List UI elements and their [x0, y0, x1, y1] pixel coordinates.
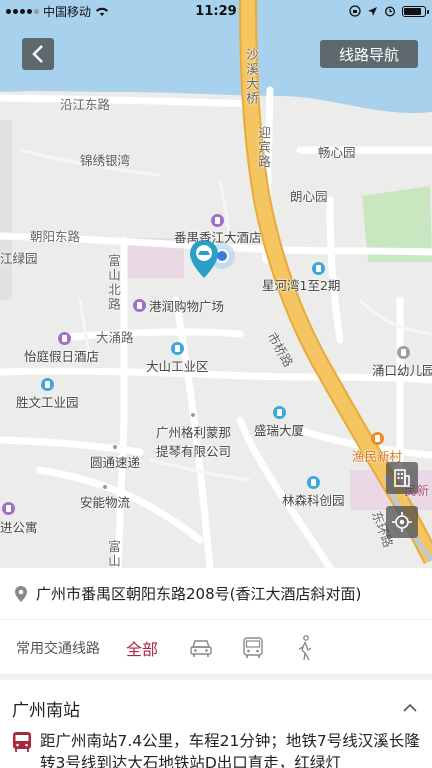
poi-label: 进公寓: [0, 520, 38, 535]
station-body: 距广州南站7.4公里，车程21分钟；地铁7号线汉溪长隆转3号线到达大石地铁站D出…: [0, 730, 432, 768]
poi-yiyi-hotel[interactable]: 怡庭假日酒店: [24, 332, 99, 365]
building-view-button[interactable]: [386, 462, 418, 494]
poi-gangrun[interactable]: 港润购物广场: [133, 296, 224, 315]
status-right: [349, 5, 429, 17]
chevron-left-icon: [32, 45, 43, 63]
poi-piano-company[interactable]: 广州格利蒙那 提琴有限公司: [156, 412, 231, 460]
locate-icon: [392, 512, 412, 532]
industrial-icon: [40, 378, 54, 391]
road-label: 沙溪大桥: [244, 48, 259, 106]
poi-label: 胜文工业园: [16, 395, 79, 410]
transport-label: 常用交通线路: [16, 641, 100, 657]
industrial-icon: [170, 342, 184, 355]
car-icon: [190, 640, 212, 657]
school-icon: [396, 346, 410, 359]
road-label: 沿江东路: [60, 97, 111, 112]
hotel-icon: [58, 332, 71, 345]
poi-dashan[interactable]: 大山工业区: [146, 342, 209, 375]
address-text: 广州市番禺区朝阳东路208号(香江大酒店斜对面): [36, 585, 362, 603]
poi-andeng[interactable]: 安能物流: [80, 484, 130, 511]
poi-label: 提琴有限公司: [156, 444, 232, 459]
restaurant-icon: [370, 432, 384, 445]
poi-label: 涌口幼儿园: [372, 363, 432, 378]
poi-label: 怡庭假日酒店: [24, 349, 100, 364]
map-pin-icon: [190, 240, 235, 278]
station-name: 广州南站: [12, 700, 80, 721]
poi-dot-icon: [112, 444, 118, 450]
place-label: 畅心园: [318, 145, 356, 160]
address-bar[interactable]: 广州市番禺区朝阳东路208号(香江大酒店斜对面): [0, 568, 432, 620]
hotel-icon: [2, 502, 15, 515]
poi-label: 圆通速递: [90, 455, 141, 470]
carrier-name: 中国移动: [43, 4, 92, 19]
status-bar: 中国移动 11:29: [0, 0, 432, 22]
location-pin-icon: [15, 585, 27, 602]
bus-icon: [13, 732, 31, 752]
road-label: 大涌路: [96, 330, 134, 345]
poi-yongkou[interactable]: 涌口幼儿园: [372, 346, 432, 379]
poi-shengrui[interactable]: 盛瑞大厦: [254, 406, 304, 439]
poi-label: 盛瑞大厦: [254, 423, 305, 438]
location-arrow-icon: [368, 6, 377, 16]
poi-apartment[interactable]: 进公寓: [0, 502, 38, 536]
poi-yumin[interactable]: 渔民新村: [352, 432, 402, 465]
road-label: 富山北路: [106, 254, 121, 312]
road-label: 富山路: [106, 540, 121, 568]
mode-walk-button[interactable]: [292, 635, 318, 661]
poi-label: 星河湾1至2期: [262, 278, 341, 293]
alarm-icon: [385, 6, 395, 17]
mode-car-button[interactable]: [188, 635, 214, 661]
route-navigation-button[interactable]: 线路导航: [320, 40, 418, 68]
battery-icon: [402, 5, 429, 17]
industrial-icon: [306, 476, 320, 489]
poi-shengwen[interactable]: 胜文工业园: [16, 378, 79, 411]
poi-yuantiao[interactable]: 圆通速递: [90, 444, 140, 471]
bus-icon: [243, 637, 263, 658]
shopping-icon: [133, 299, 146, 312]
poi-label: 广州格利蒙那: [156, 425, 232, 440]
poi-label: 林森科创园: [282, 493, 345, 508]
building-poi-icon: [272, 406, 286, 419]
status-left: 中国移动: [6, 3, 109, 20]
mode-bus-button[interactable]: [240, 635, 266, 661]
walk-icon: [298, 635, 312, 661]
poi-dot-icon: [190, 412, 196, 418]
road-label: 朝阳东路: [30, 229, 81, 244]
poi-label: 大山工业区: [146, 359, 209, 374]
poi-label: 港润购物广场: [149, 299, 225, 314]
chevron-up-icon: [403, 703, 417, 712]
collapse-button[interactable]: [400, 698, 420, 718]
place-label: 江绿园: [0, 251, 38, 266]
hotel-icon: [211, 214, 225, 227]
tab-all[interactable]: 全部: [126, 636, 158, 660]
station-section: 广州南站 距广州南站7.4公里，车程21分钟；地铁7号线汉溪长隆转3号线到达大石…: [0, 686, 432, 768]
poi-dot-icon: [102, 484, 108, 490]
location-marker[interactable]: [188, 238, 236, 290]
place-label: 锦绣银湾: [80, 153, 131, 168]
wifi-icon: [96, 7, 109, 16]
place-label: 朗心园: [290, 189, 328, 204]
back-button[interactable]: [22, 38, 54, 70]
rotation-lock-icon: [349, 5, 361, 17]
station-detail: 距广州南站7.4公里，车程21分钟；地铁7号线汉溪长隆转3号线到达大石地铁站D出…: [40, 732, 420, 768]
signal-strength-icon: [6, 8, 39, 14]
poi-linsen[interactable]: 林森科创园: [282, 476, 345, 509]
map-view[interactable]: 沿江东路 沙溪大桥 迎宾路 朝阳东路 富山北路 大涌路 市桥路 富山路 东环路 …: [0, 0, 432, 568]
transport-bar: 常用交通线路 全部: [0, 622, 432, 680]
locate-button[interactable]: [386, 506, 418, 538]
station-header[interactable]: 广州南站: [0, 686, 432, 730]
road-label: 迎宾路: [256, 126, 271, 170]
poi-xinghe[interactable]: 星河湾1至2期: [262, 262, 340, 294]
poi-label: 安能物流: [80, 495, 131, 510]
residence-icon: [311, 262, 325, 275]
building-icon: [394, 469, 410, 487]
